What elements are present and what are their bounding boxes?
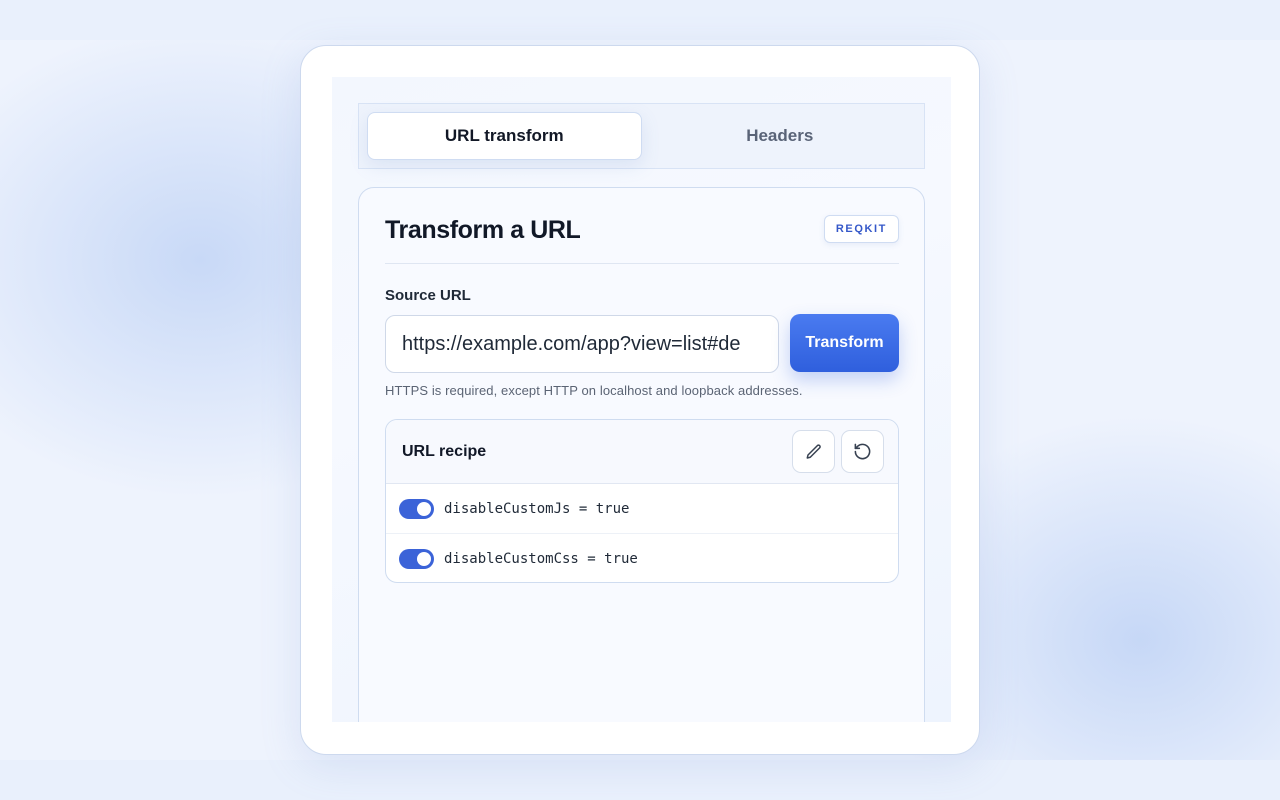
recipe-rule: disableCustomCss = true	[386, 534, 898, 582]
url-recipe-panel: URL recipe disableCustomJs = true disabl…	[385, 419, 899, 583]
recipe-rule: disableCustomJs = true	[386, 484, 898, 534]
recipe-header: URL recipe	[386, 420, 898, 484]
reset-recipe-button[interactable]	[841, 430, 884, 473]
source-url-label: Source URL	[385, 287, 471, 304]
rule-text: disableCustomJs = true	[444, 500, 630, 517]
card-title: Transform a URL	[385, 216, 581, 244]
brand-badge: REQKIT	[823, 215, 899, 243]
reset-icon	[854, 443, 871, 460]
rule-text: disableCustomCss = true	[444, 551, 638, 567]
device-frame: URL transform Headers Transform a URL RE…	[300, 45, 980, 755]
tab-url-transform[interactable]: URL transform	[367, 112, 642, 160]
app-screen: URL transform Headers Transform a URL RE…	[332, 77, 951, 722]
recipe-title: URL recipe	[402, 442, 487, 460]
pencil-icon	[806, 443, 821, 459]
tab-bar: URL transform Headers	[358, 103, 925, 169]
transform-card: Transform a URL REQKIT Source URL Transf…	[358, 187, 925, 722]
edit-recipe-button[interactable]	[792, 430, 835, 473]
rule-toggle[interactable]	[399, 549, 434, 569]
tab-headers[interactable]: Headers	[644, 112, 917, 160]
toggle-knob	[417, 501, 431, 516]
rule-toggle[interactable]	[399, 498, 434, 519]
https-helper-text: HTTPS is required, except HTTP on localh…	[385, 383, 803, 398]
recipe-actions	[792, 430, 884, 473]
toggle-knob	[417, 552, 431, 566]
card-header: Transform a URL REQKIT	[385, 212, 899, 264]
transform-button[interactable]: Transform	[790, 314, 899, 372]
source-url-input[interactable]	[385, 315, 779, 373]
